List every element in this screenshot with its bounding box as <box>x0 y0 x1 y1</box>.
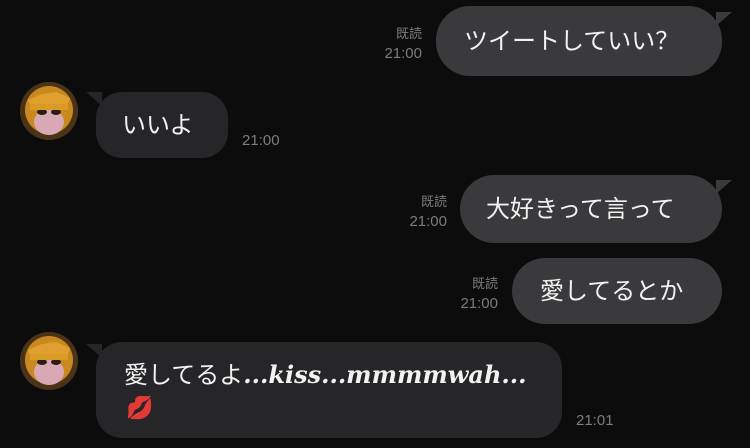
bubble-tail <box>716 12 732 26</box>
message-time: 21:00 <box>409 213 447 230</box>
message-bubble-outgoing[interactable]: 大好きって言って <box>460 175 722 243</box>
read-label: 既読 <box>420 194 447 209</box>
message-bubble-outgoing[interactable]: 愛してるとか <box>512 258 722 324</box>
message-text: 愛してるとか <box>540 277 684 305</box>
message-time: 21:00 <box>460 295 498 312</box>
message-text: ツイートしていい？ <box>464 27 680 55</box>
message-bubble-outgoing[interactable]: ツイートしていい？ <box>436 6 722 76</box>
read-label: 既読 <box>471 276 498 291</box>
message-emphasis-text: ...kiss...mmmmwah... <box>243 360 527 389</box>
message-time: 21:01 <box>576 412 614 429</box>
message-time: 21:00 <box>242 132 280 149</box>
message-bubble-incoming[interactable]: いいよ <box>96 92 228 158</box>
lips-kiss-icon: 💋 <box>126 396 154 421</box>
read-label: 既読 <box>395 26 422 41</box>
message-time: 21:00 <box>384 45 422 62</box>
avatar[interactable] <box>20 82 78 140</box>
message-text: 大好きって言って <box>486 195 675 223</box>
message-text: 愛してるよ <box>124 361 244 389</box>
bubble-tail <box>716 180 732 194</box>
message-text: いいよ <box>122 111 194 139</box>
monkey-avatar-icon <box>20 332 78 390</box>
read-receipt: 既読 21:00 <box>426 274 498 314</box>
read-receipt: 既読 21:00 <box>375 192 447 232</box>
avatar[interactable] <box>20 332 78 390</box>
read-receipt: 既読 21:00 <box>350 24 422 64</box>
message-bubble-incoming[interactable]: 愛してるよ...kiss...mmmmwah... 💋 <box>96 342 562 438</box>
monkey-avatar-icon <box>20 82 78 140</box>
